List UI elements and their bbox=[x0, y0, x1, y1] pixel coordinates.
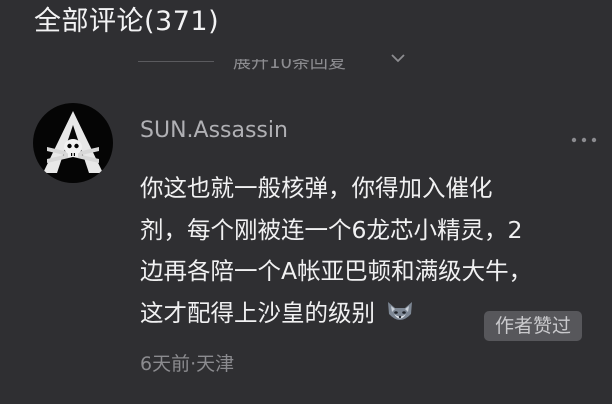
author-liked-badge: 作者赞过 bbox=[484, 311, 583, 341]
comment-line: 边再各陪一个A帐亚巴顿和满级大牛， bbox=[140, 257, 533, 285]
expand-replies-label[interactable]: 展开10条回复 bbox=[233, 59, 346, 76]
comment-time: 6天前 bbox=[140, 353, 191, 375]
fox-face-icon bbox=[388, 301, 412, 320]
comment-line: 你这也就一般核弹，你得加入催化 bbox=[140, 174, 493, 202]
username[interactable]: SUN.Assassin bbox=[140, 116, 288, 146]
chevron-down-icon[interactable] bbox=[390, 51, 406, 67]
comment-body: 你这也就一般核弹，你得加入催化 剂，每个刚被连一个6龙芯小精灵，2 边再各陪一个… bbox=[140, 168, 600, 334]
comment-meta: 6天前·天津 bbox=[140, 350, 234, 378]
expand-replies[interactable]: 展开10条回复 bbox=[0, 50, 612, 76]
comment-page: 全部评论(371) 展开10条回复 SUN.Assassin 你这也就一般核弹，… bbox=[0, 0, 612, 404]
comment-line: 剂，每个刚被连一个6龙芯小精灵，2 bbox=[140, 215, 523, 244]
comment-line-text: 这才配得上沙皇的级别 bbox=[140, 298, 375, 327]
avatar[interactable] bbox=[33, 103, 113, 183]
divider-line bbox=[138, 61, 214, 62]
page-title: 全部评论(371) bbox=[34, 6, 220, 37]
assassin-logo-icon bbox=[43, 111, 103, 173]
more-icon[interactable] bbox=[568, 136, 608, 144]
comment-location: 天津 bbox=[196, 353, 235, 375]
